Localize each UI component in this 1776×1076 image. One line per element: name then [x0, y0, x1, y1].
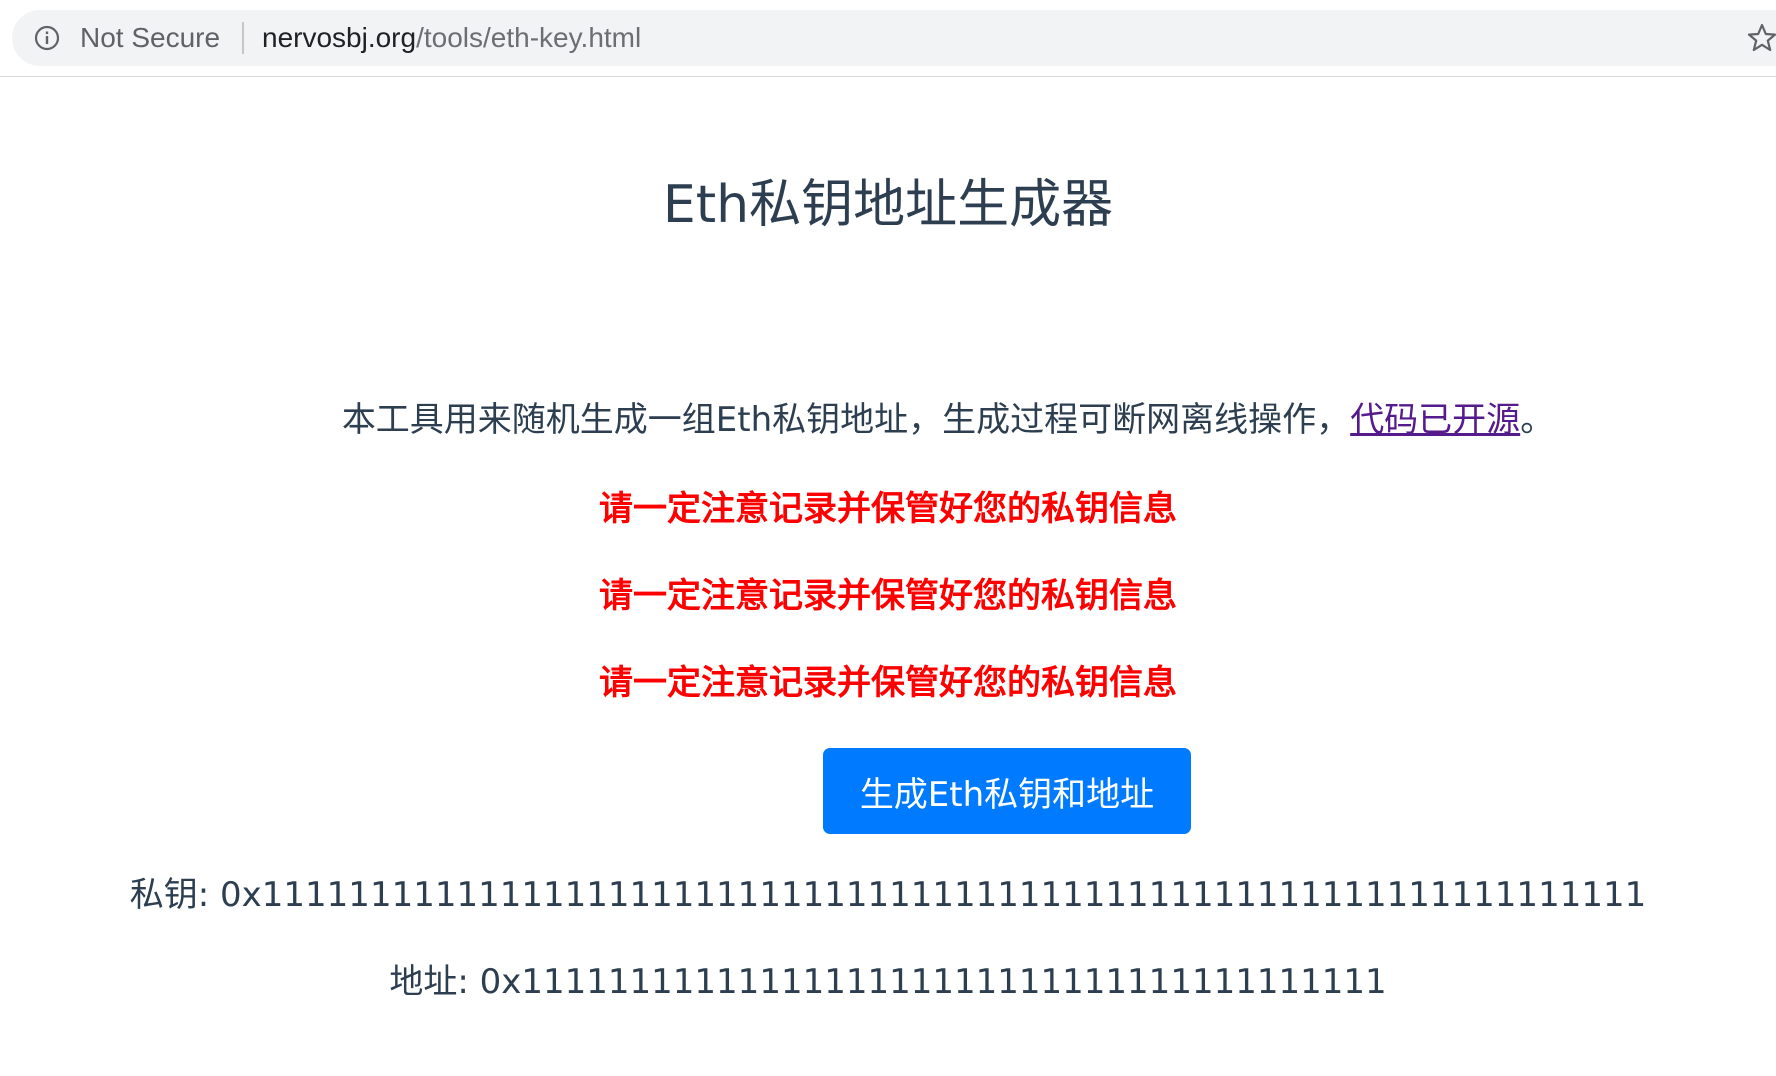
url-text[interactable]: nervosbj.org/tools/eth-key.html	[262, 10, 641, 66]
warning-text: 请一定注意记录并保管好您的私钥信息	[599, 576, 1177, 616]
security-label[interactable]: Not Secure	[80, 10, 220, 66]
page-title: Eth私钥地址生成器	[662, 175, 1114, 235]
intro-text: 本工具用来随机生成一组Eth私钥地址，生成过程可断网离线操作，	[341, 400, 1351, 440]
divider	[242, 22, 244, 54]
warning-text: 请一定注意记录并保管好您的私钥信息	[599, 663, 1177, 703]
private-key-label: 私钥:	[129, 875, 221, 915]
browser-toolbar: Not Secure nervosbj.org/tools/eth-key.ht…	[0, 0, 1776, 77]
url-path: /tools/eth-key.html	[416, 22, 642, 53]
private-key-row: 私钥: 0x1111111111111111111111111111111111…	[0, 867, 1776, 916]
page-content: Eth私钥地址生成器 本工具用来随机生成一组Eth私钥地址，生成过程可断网离线操…	[0, 77, 1776, 1076]
warning-text: 请一定注意记录并保管好您的私钥信息	[599, 489, 1177, 529]
address-value: 0x11111111111111111111111111111111111111…	[479, 962, 1387, 1002]
generate-key-button[interactable]: 生成Eth私钥和地址	[823, 748, 1191, 834]
private-key-value: 0x11111111111111111111111111111111111111…	[220, 875, 1647, 915]
url-host: nervosbj.org	[262, 22, 417, 53]
info-icon[interactable]	[34, 25, 60, 51]
intro-paragraph: 本工具用来随机生成一组Eth私钥地址，生成过程可断网离线操作，代码已开源。	[0, 392, 1776, 441]
address-row: 地址: 0x1111111111111111111111111111111111…	[0, 954, 1776, 1003]
star-icon[interactable]	[1746, 22, 1776, 54]
source-code-link[interactable]: 代码已开源	[1350, 400, 1520, 440]
address-bar[interactable]: Not Secure nervosbj.org/tools/eth-key.ht…	[12, 10, 1776, 66]
address-label: 地址:	[389, 962, 480, 1002]
intro-end: 。	[1520, 400, 1555, 440]
